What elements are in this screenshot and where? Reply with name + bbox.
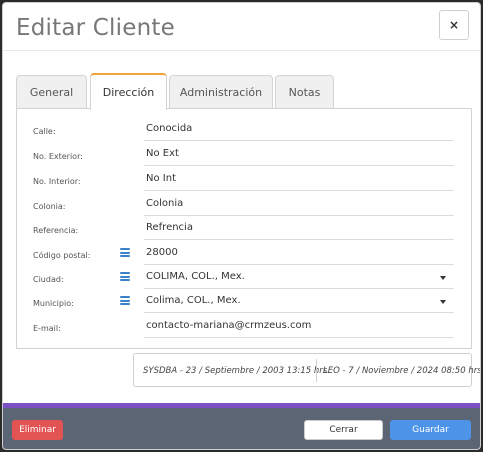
tab-notas[interactable]: Notas — [275, 75, 334, 109]
chevron-down-icon[interactable] — [440, 276, 446, 280]
address-panel: Calle: Conocida No. Exterior: No Ext No.… — [16, 108, 472, 349]
field-row-calle: Calle: Conocida — [17, 118, 471, 142]
ciudad-select-value: COLIMA, COL., Mex. — [146, 271, 245, 282]
referencia-input[interactable]: Refrencia — [144, 220, 454, 240]
tab-general[interactable]: General — [16, 75, 87, 109]
field-row-no-interior: No. Interior: No Int — [17, 168, 471, 192]
no-interior-label: No. Interior: — [33, 177, 81, 186]
tab-direccion[interactable]: Dirección — [90, 73, 167, 110]
edit-client-dialog: Editar Cliente × General Dirección Admin… — [2, 2, 481, 450]
no-exterior-label: No. Exterior: — [33, 152, 83, 161]
municipio-select-value: Colima, COL., Mex. — [146, 295, 241, 306]
dialog-header: Editar Cliente × — [3, 3, 480, 51]
colonia-label: Colonia: — [33, 202, 66, 211]
codigo-postal-menu-icon[interactable] — [120, 248, 130, 257]
calle-label: Calle: — [33, 127, 56, 136]
no-exterior-input[interactable]: No Ext — [144, 146, 454, 166]
audit-created: SYSDBA - 23 / Septiembre / 2003 13:15 hr… — [143, 366, 330, 376]
no-interior-input[interactable]: No Int — [144, 171, 454, 191]
email-label: E-mail: — [33, 324, 61, 333]
close-icon: × — [448, 18, 460, 32]
field-row-ciudad: Ciudad: COLIMA, COL., Mex. — [17, 266, 471, 290]
field-row-no-exterior: No. Exterior: No Ext — [17, 143, 471, 167]
field-row-municipio: Municipio: Colima, COL., Mex. — [17, 290, 471, 314]
ciudad-select[interactable]: COLIMA, COL., Mex. — [144, 269, 454, 289]
chevron-down-icon[interactable] — [440, 300, 446, 304]
close-button[interactable]: × — [439, 10, 469, 40]
municipio-label: Municipio: — [33, 299, 74, 308]
dialog-footer: Eliminar Cerrar Guardar — [3, 408, 480, 449]
ciudad-menu-icon[interactable] — [120, 272, 130, 281]
audit-divider — [316, 359, 317, 382]
codigo-postal-input[interactable]: 28000 — [144, 245, 454, 265]
field-row-codigo-postal: Código postal: 28000 — [17, 242, 471, 266]
referencia-label: Referencia: — [33, 226, 79, 235]
field-row-email: E-mail: contacto-mariana@crmzeus.com — [17, 315, 471, 339]
ciudad-label: Ciudad: — [33, 275, 64, 284]
audit-modified: LEO - 7 / Noviembre / 2024 08:50 hrs. — [323, 366, 481, 376]
codigo-postal-label: Código postal: — [33, 251, 91, 260]
field-row-colonia: Colonia: Colonia — [17, 193, 471, 217]
colonia-input[interactable]: Colonia — [144, 196, 454, 216]
close-dialog-button[interactable]: Cerrar — [304, 420, 383, 440]
save-button[interactable]: Guardar — [390, 420, 471, 440]
tab-administracion[interactable]: Administración — [169, 75, 273, 109]
delete-button[interactable]: Eliminar — [12, 420, 63, 440]
audit-info: SYSDBA - 23 / Septiembre / 2003 13:15 hr… — [133, 353, 480, 387]
municipio-select[interactable]: Colima, COL., Mex. — [144, 293, 454, 313]
municipio-menu-icon[interactable] — [120, 296, 130, 305]
calle-input[interactable]: Conocida — [144, 121, 454, 141]
field-row-referencia: Referencia: Refrencia — [17, 217, 471, 241]
email-input[interactable]: contacto-mariana@crmzeus.com — [144, 318, 454, 338]
tab-bar: General Dirección Administración Notas — [16, 73, 472, 110]
dialog-title: Editar Cliente — [16, 15, 175, 41]
